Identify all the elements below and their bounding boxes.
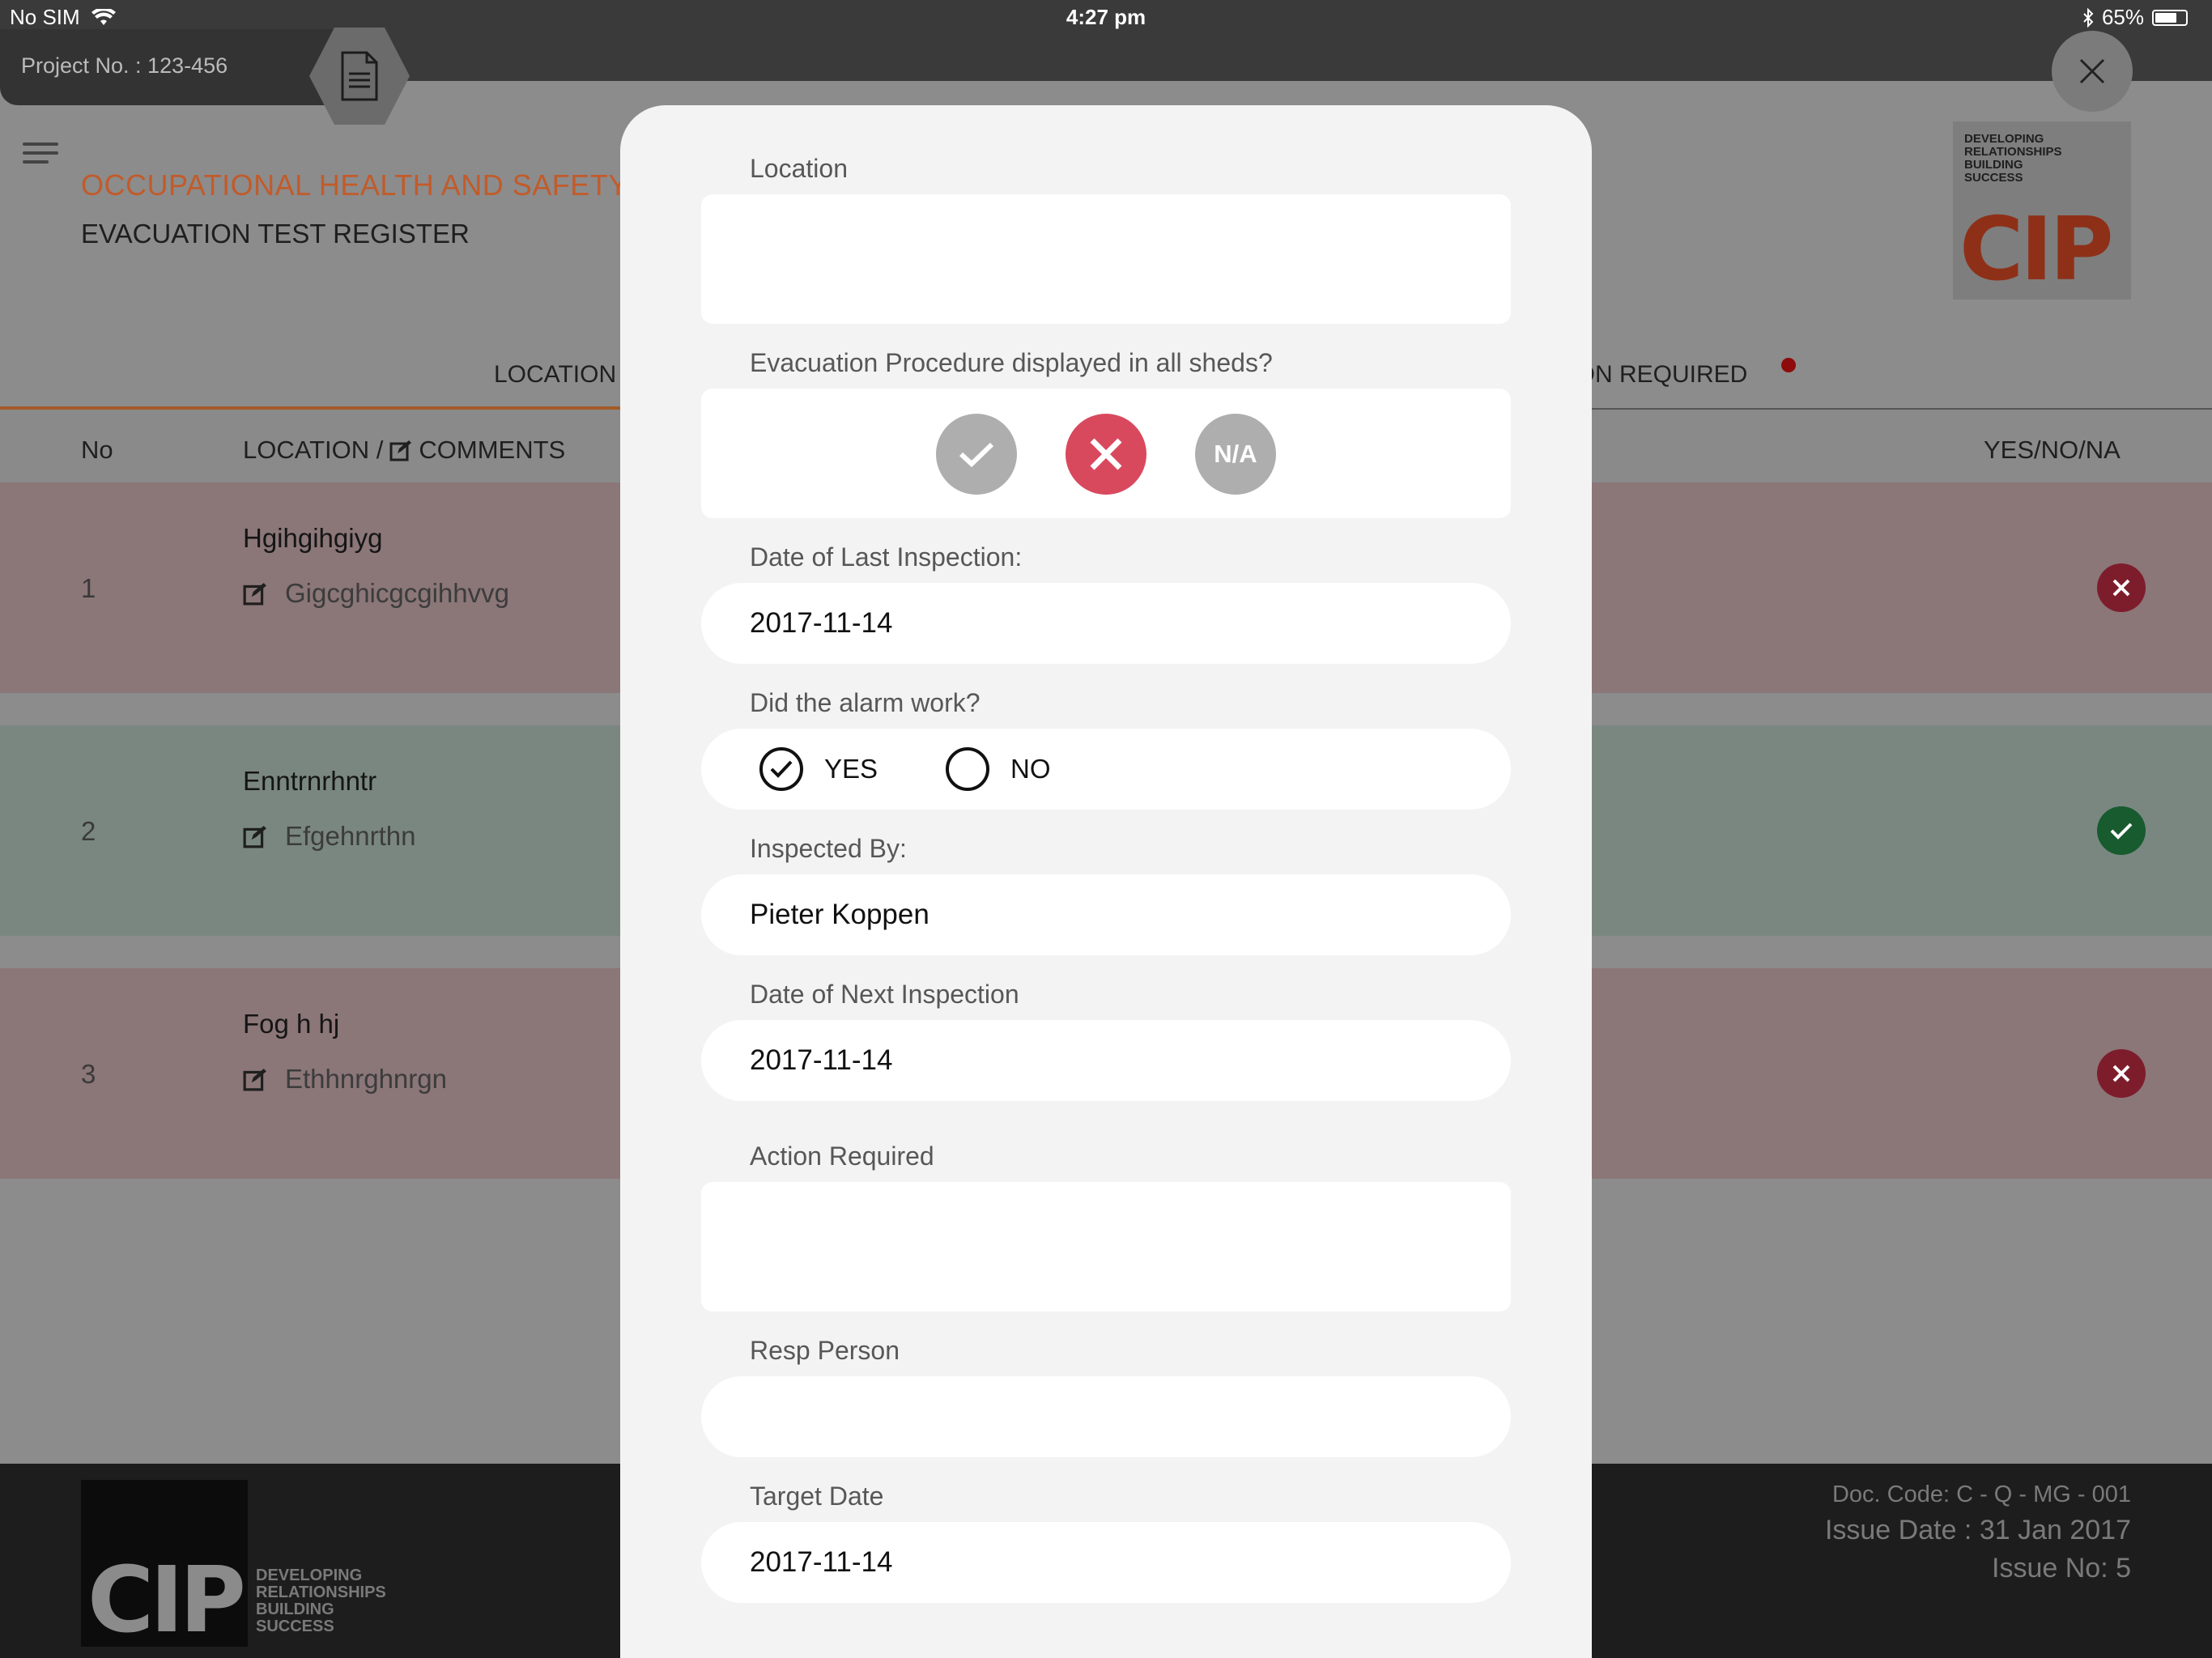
procedure-choice-group: N/A [701, 389, 1511, 518]
tab-location[interactable]: LOCATION [494, 361, 616, 389]
row-comment: Ethhnrghnrgn [243, 1064, 447, 1095]
alarm-yes-radio[interactable]: YES [759, 747, 878, 791]
procedure-label: Evacuation Procedure displayed in all sh… [750, 348, 1273, 377]
page-subtitle: EVACUATION TEST REGISTER [81, 219, 470, 249]
issue-no: Issue No: 5 [1992, 1553, 2131, 1584]
bluetooth-icon [2083, 7, 2094, 28]
clock: 4:27 pm [1066, 5, 1146, 29]
next-inspection-label: Date of Next Inspection [750, 980, 1019, 1009]
resp-person-field[interactable] [701, 1376, 1511, 1457]
issue-date: Issue Date : 31 Jan 2017 [1824, 1515, 2131, 1545]
page-title: OCCUPATIONAL HEALTH AND SAFETY [81, 168, 628, 202]
location-field[interactable] [701, 194, 1511, 324]
row-comment: Gigcghicgcgihhvvg [243, 578, 509, 609]
inspected-by-label: Inspected By: [750, 834, 907, 863]
project-number: Project No. : 123-456 [21, 53, 228, 78]
checked-radio-icon [759, 747, 803, 791]
yes-choice-button[interactable] [936, 414, 1017, 495]
footer-tagline: DEVELOPING RELATIONSHIPS BUILDING SUCCESS [256, 1567, 386, 1635]
alarm-radio-group: YES NO [701, 729, 1511, 810]
battery-percent: 65% [2101, 5, 2144, 29]
status-no-icon [2097, 1049, 2146, 1098]
alarm-no-radio[interactable]: NO [946, 747, 1051, 791]
logo-tagline: DEVELOPING RELATIONSHIPS BUILDING SUCCESS [1964, 132, 2062, 185]
close-icon [2079, 58, 2105, 84]
row-comment: Efgehnrthn [243, 821, 415, 852]
status-yes-icon [2097, 806, 2146, 855]
document-icon [341, 51, 378, 101]
logo-brand: CIP [1959, 199, 2114, 300]
action-required-field[interactable] [701, 1182, 1511, 1312]
alarm-label: Did the alarm work? [750, 688, 981, 717]
close-modal-button[interactable] [2052, 31, 2133, 112]
battery-icon [2152, 9, 2188, 26]
cip-logo: DEVELOPING RELATIONSHIPS BUILDING SUCCESS C… [1953, 121, 2131, 300]
unchecked-radio-icon [946, 747, 989, 791]
edit-icon [243, 1069, 266, 1091]
edit-icon [389, 440, 412, 461]
edit-icon [243, 583, 266, 606]
row-number: 3 [81, 1059, 96, 1089]
next-inspection-field[interactable]: 2017-11-14 [701, 1020, 1511, 1101]
target-date-label: Target Date [750, 1482, 884, 1511]
row-number: 1 [81, 573, 96, 603]
close-icon [1090, 438, 1122, 470]
no-choice-button[interactable] [1066, 414, 1146, 495]
notification-dot [1781, 358, 1796, 372]
target-date-field[interactable]: 2017-11-14 [701, 1522, 1511, 1603]
doc-code: Doc. Code: C - Q - MG - 001 [1831, 1482, 2131, 1507]
resp-person-label: Resp Person [750, 1336, 900, 1365]
footer-logo: CIP [81, 1480, 248, 1653]
hamburger-menu-icon[interactable] [23, 142, 58, 169]
column-no: No [81, 436, 113, 464]
alarm-no-label: NO [1010, 754, 1051, 784]
row-location: Fog h hj [243, 1009, 340, 1039]
check-icon [959, 442, 994, 468]
last-inspection-field[interactable]: 2017-11-14 [701, 583, 1511, 664]
na-choice-button[interactable]: N/A [1195, 414, 1276, 495]
alarm-yes-label: YES [824, 754, 878, 784]
column-location-comments: LOCATION / COMMENTS [243, 436, 566, 464]
inspected-by-field[interactable]: Pieter Koppen [701, 874, 1511, 955]
edit-entry-modal: Location Evacuation Procedure displayed … [620, 105, 1592, 1658]
na-label: N/A [1214, 440, 1257, 468]
last-inspection-label: Date of Last Inspection: [750, 542, 1023, 572]
row-location: Hgihgihgiyg [243, 523, 383, 553]
column-status: YES/NO/NA [1984, 436, 2121, 464]
row-location: Enntrnrhntr [243, 766, 377, 796]
status-no-icon [2097, 563, 2146, 612]
edit-icon [243, 826, 266, 848]
document-info: Doc. Code: C - Q - MG - 001 Issue Date :… [1825, 1482, 2131, 1584]
row-number: 2 [81, 816, 96, 846]
action-required-label: Action Required [750, 1141, 934, 1171]
location-label: Location [750, 154, 848, 183]
